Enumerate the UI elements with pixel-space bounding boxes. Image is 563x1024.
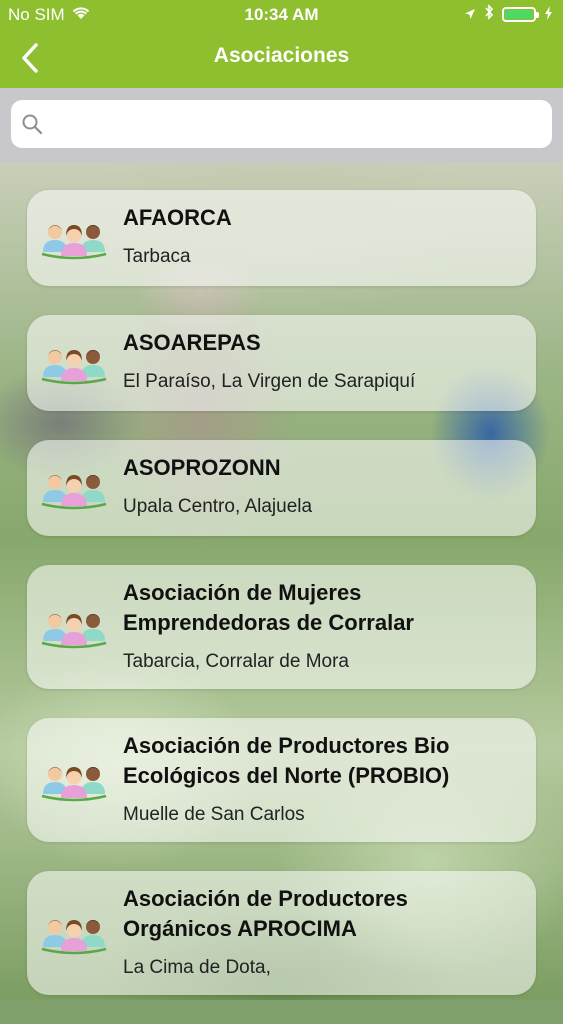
association-list: AFAORCA Tarbaca ASOAREPAS El Paraíso, La… — [27, 190, 536, 1024]
association-location: Muelle de San Carlos — [123, 804, 305, 825]
association-name: Asociación de Productores Bio Ecológicos… — [123, 733, 450, 788]
charging-icon — [544, 5, 553, 25]
status-bar: No SIM 10:34 AM — [0, 0, 563, 28]
search-input[interactable] — [55, 100, 542, 150]
association-card[interactable]: ASOAREPAS El Paraíso, La Virgen de Sarap… — [27, 315, 536, 411]
association-name: Asociación de Productores Orgánicos APRO… — [123, 886, 408, 941]
association-name: AFAORCA — [123, 205, 232, 230]
association-location: Tarbaca — [123, 246, 191, 267]
group-people-icon — [41, 758, 107, 802]
group-people-icon — [41, 466, 107, 510]
location-icon — [464, 5, 476, 25]
search-icon — [22, 114, 43, 135]
association-name: ASOPROZONN — [123, 455, 281, 480]
association-location: Upala Centro, Alajuela — [123, 496, 313, 517]
group-people-icon — [41, 216, 107, 260]
group-people-icon — [41, 341, 107, 385]
navigation-bar: Asociaciones — [0, 28, 563, 88]
page-title: Asociaciones — [213, 44, 350, 67]
bluetooth-icon — [484, 4, 494, 25]
association-location: El Paraíso, La Virgen de Sarapiquí — [123, 371, 416, 392]
group-people-icon — [41, 911, 107, 955]
association-name: ASOAREPAS — [123, 330, 261, 355]
association-location: Tabarcia, Corralar de Mora — [123, 651, 349, 672]
battery-icon — [502, 7, 539, 22]
search-box[interactable] — [11, 100, 552, 150]
group-people-icon — [41, 605, 107, 649]
association-card[interactable]: Asociación de Mujeres Emprendedoras de C… — [27, 565, 536, 689]
association-card[interactable]: AFAORCA Tarbaca — [27, 190, 536, 286]
association-name: Asociación de Mujeres Emprendedoras de C… — [123, 580, 414, 635]
association-card[interactable]: Asociación de Productores Bio Ecológicos… — [27, 718, 536, 842]
association-card[interactable]: ASOPROZONN Upala Centro, Alajuela — [27, 440, 536, 536]
association-card[interactable]: Asociación de Productores Orgánicos APRO… — [27, 871, 536, 995]
search-bar-container — [0, 88, 563, 163]
association-location: La Cima de Dota, — [123, 957, 271, 978]
